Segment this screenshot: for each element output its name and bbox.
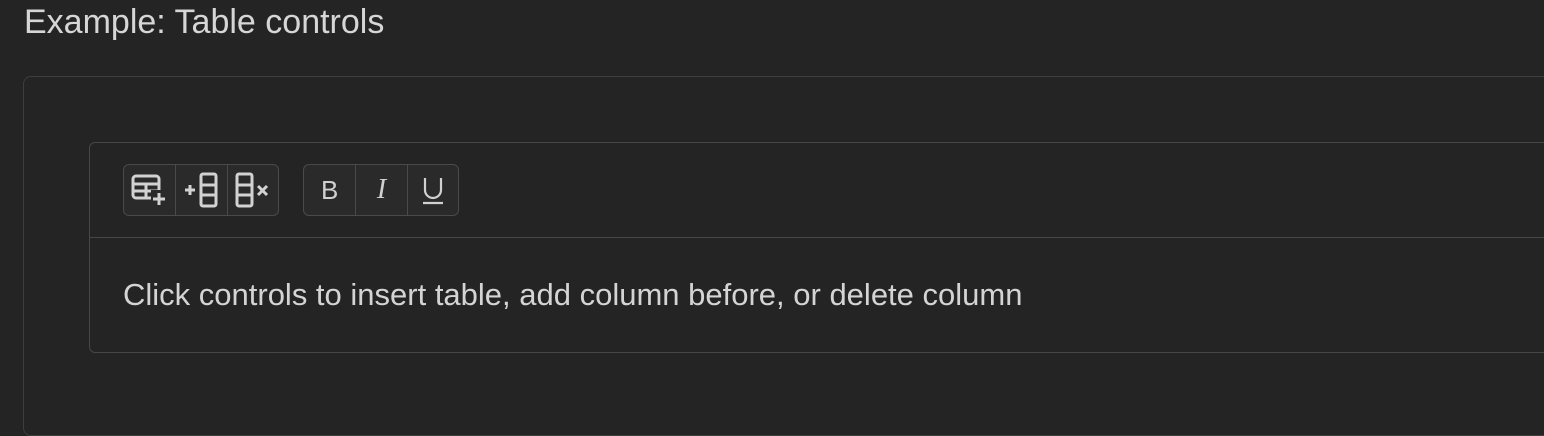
italic-button[interactable]: I — [355, 165, 406, 215]
rich-text-editor: B I Click controls to insert table, add … — [89, 142, 1544, 353]
italic-icon: I — [376, 174, 387, 205]
add-column-before-button[interactable] — [175, 165, 226, 215]
bold-button[interactable]: B — [304, 165, 355, 215]
page-title: Example: Table controls — [24, 3, 385, 41]
column-delete-icon — [235, 172, 268, 208]
editor-toolbar: B I — [90, 143, 1544, 238]
underline-icon — [422, 178, 443, 205]
underline-button[interactable] — [406, 165, 458, 215]
text-format-group: B I — [303, 164, 459, 216]
bold-icon: B — [320, 175, 339, 205]
table-controls-group — [123, 164, 279, 216]
column-add-before-icon — [184, 172, 217, 208]
insert-table-button[interactable] — [124, 165, 175, 215]
editor-content[interactable]: Click controls to insert table, add colu… — [123, 277, 1022, 313]
table-insert-icon — [131, 174, 167, 206]
delete-column-button[interactable] — [226, 165, 278, 215]
